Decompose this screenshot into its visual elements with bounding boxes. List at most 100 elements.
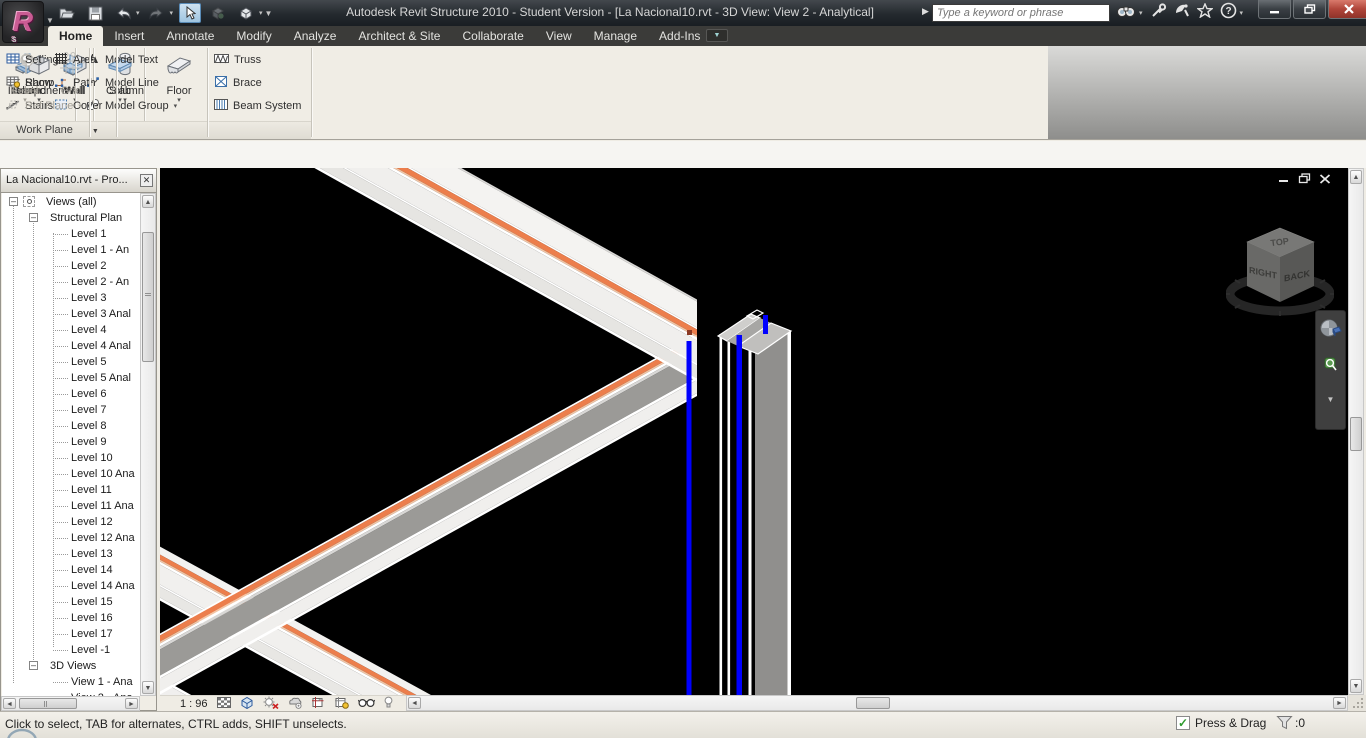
tree-item-view-1-ana[interactable]: View 1 - Ana — [2, 674, 140, 690]
communication-center-icon[interactable] — [1174, 3, 1190, 23]
steering-wheel-icon[interactable] — [1320, 319, 1342, 344]
tree-item-level-1[interactable]: Level 1 — [2, 226, 140, 242]
help-icon[interactable]: ? — [1220, 2, 1237, 24]
main-3d-view[interactable]: TOP RIGHT BACK ▼ — [160, 168, 1348, 695]
tree-item-level-13[interactable]: Level 13 — [2, 546, 140, 562]
tree-item-level-3-anal[interactable]: Level 3 Anal — [2, 306, 140, 322]
browser-hscrollbar-thumb[interactable] — [19, 698, 77, 709]
default-3d-view-icon[interactable] — [235, 3, 257, 23]
beam-lower-chord[interactable] — [160, 335, 697, 695]
scroll-up-icon[interactable]: ▲ — [142, 195, 154, 208]
tree-item-3d-views[interactable]: – 3D Views — [2, 658, 140, 674]
3d-view-dropdown-icon[interactable]: ▾ — [259, 9, 263, 17]
tree-item-level-12[interactable]: Level 12 — [2, 514, 140, 530]
view-restore-icon[interactable] — [1298, 173, 1311, 184]
tree-collapse-icon[interactable]: – — [29, 213, 38, 222]
tab-modify[interactable]: Modify — [225, 26, 282, 46]
tab-view[interactable]: View — [535, 26, 583, 46]
beam-upper-chord[interactable] — [290, 168, 697, 382]
undo-dropdown-icon[interactable]: ▾ — [136, 9, 140, 17]
beam-system-button[interactable]: Beam System — [214, 95, 301, 117]
tree-item-level-7[interactable]: Level 7 — [2, 402, 140, 418]
redo-icon[interactable] — [146, 3, 168, 23]
analytical-line-column-stub[interactable] — [763, 315, 768, 334]
work-plane-set-button[interactable]: Set — [6, 49, 42, 71]
shadows-icon[interactable] — [288, 696, 302, 712]
tree-item-level-16[interactable]: Level 16 — [2, 610, 140, 626]
search-binoculars-icon[interactable] — [1116, 3, 1136, 23]
tree-collapse-icon[interactable]: – — [9, 197, 18, 206]
view-scroll-up-icon[interactable]: ▲ — [1350, 170, 1362, 184]
project-browser-tree[interactable]: – Views (all) – Structural Plan Level 1 Level… — [2, 193, 140, 696]
ref-plane-dropdown-icon[interactable]: ▾ — [78, 103, 82, 110]
browser-vertical-scrollbar[interactable]: ▲ ▼ — [140, 193, 156, 696]
crop-visibility-icon[interactable] — [334, 696, 349, 712]
temporary-hide-icon[interactable] — [384, 696, 393, 711]
component-recent-icon[interactable] — [207, 3, 229, 23]
tree-item-level-5-anal[interactable]: Level 5 Anal — [2, 370, 140, 386]
zoom-tool-icon[interactable] — [1322, 354, 1340, 379]
save-icon[interactable] — [84, 3, 106, 23]
tree-item-level-15[interactable]: Level 15 — [2, 594, 140, 610]
tree-item-level-9[interactable]: Level 9 — [2, 434, 140, 450]
reveal-hidden-icon[interactable] — [357, 697, 375, 711]
tree-item-level-10[interactable]: Level 10 — [2, 450, 140, 466]
tab-annotate[interactable]: Annotate — [155, 26, 225, 46]
undo-icon[interactable] — [112, 3, 134, 23]
favorites-star-icon[interactable] — [1195, 2, 1214, 23]
redo-dropdown-icon[interactable]: ▾ — [170, 9, 174, 17]
minimize-button[interactable] — [1258, 0, 1291, 19]
crop-region-icon[interactable] — [311, 696, 325, 712]
analytical-line-column[interactable] — [736, 335, 743, 695]
resize-grip[interactable] — [1348, 695, 1366, 711]
search-dropdown-icon[interactable]: ▾ — [1139, 9, 1143, 17]
application-menu-arrow-icon[interactable]: ▼ — [46, 16, 54, 25]
view-vscrollbar-thumb[interactable] — [1350, 417, 1362, 451]
model-group-dropdown-icon[interactable]: ▾ — [174, 103, 178, 110]
tree-item-level-4-anal[interactable]: Level 4 Anal — [2, 338, 140, 354]
tab-architect-site[interactable]: Architect & Site — [347, 26, 451, 46]
model-text-button[interactable]: Model Text — [86, 49, 158, 71]
browser-scrollbar-thumb[interactable] — [142, 232, 154, 362]
tree-item-level-3[interactable]: Level 3 — [2, 290, 140, 306]
tab-insert[interactable]: Insert — [103, 26, 155, 46]
scroll-down-icon[interactable]: ▼ — [142, 681, 154, 694]
analytical-line-joint[interactable] — [686, 341, 692, 695]
tree-item-level-2-an[interactable]: Level 2 - An — [2, 274, 140, 290]
press-drag-checkbox[interactable]: ✓ — [1176, 716, 1190, 730]
model-line-button[interactable]: Model Line — [86, 72, 159, 94]
detail-level-icon[interactable] — [216, 696, 231, 711]
navbar-more-icon[interactable]: ▼ — [1327, 395, 1335, 404]
tree-item-level-2[interactable]: Level 2 — [2, 258, 140, 274]
tree-item-level-1[interactable]: Level -1 — [2, 642, 140, 658]
brace-button[interactable]: Brace — [214, 72, 262, 94]
tab-home[interactable]: Home — [48, 26, 104, 46]
restore-button[interactable] — [1293, 0, 1326, 19]
tree-item-level-1-an[interactable]: Level 1 - An — [2, 242, 140, 258]
visual-style-icon[interactable] — [240, 696, 254, 712]
search-input[interactable] — [932, 4, 1110, 22]
browser-horizontal-scrollbar[interactable]: ◄ ► — [1, 696, 140, 711]
reinforcement-panel-dropdown-icon[interactable]: ▼ — [92, 128, 99, 135]
view-hscrollbar-thumb[interactable] — [856, 697, 890, 709]
tab-analyze[interactable]: Analyze — [283, 26, 348, 46]
view-vertical-scrollbar[interactable]: ▲ ▼ — [1348, 168, 1364, 695]
qat-customize-icon[interactable]: ▼ — [265, 9, 273, 18]
selection-filter[interactable]: :0 — [1276, 715, 1305, 730]
tree-item-level-11-ana[interactable]: Level 11 Ana — [2, 498, 140, 514]
application-menu-button[interactable]: R s — [2, 1, 44, 44]
tree-item-level-4[interactable]: Level 4 — [2, 322, 140, 338]
tree-item-views-all-[interactable]: – Views (all) — [2, 194, 140, 210]
3d-scene[interactable] — [160, 168, 1348, 695]
tab-collaborate[interactable]: Collaborate — [451, 26, 534, 46]
joint-node[interactable] — [687, 330, 692, 335]
tree-item-level-12-ana[interactable]: Level 12 Ana — [2, 530, 140, 546]
tree-item-level-14-ana[interactable]: Level 14 Ana — [2, 578, 140, 594]
help-dropdown-icon[interactable]: ▾ — [1240, 9, 1244, 17]
view-scroll-down-icon[interactable]: ▼ — [1350, 679, 1362, 693]
scroll-right-icon[interactable]: ► — [125, 698, 138, 709]
view-scroll-right-icon[interactable]: ► — [1333, 697, 1346, 709]
project-browser-title[interactable]: La Nacional10.rvt - Pro... ✕ — [1, 169, 156, 193]
modify-pointer-icon[interactable] — [179, 3, 202, 23]
tab-add-ins[interactable]: Add-Ins — [648, 26, 711, 46]
